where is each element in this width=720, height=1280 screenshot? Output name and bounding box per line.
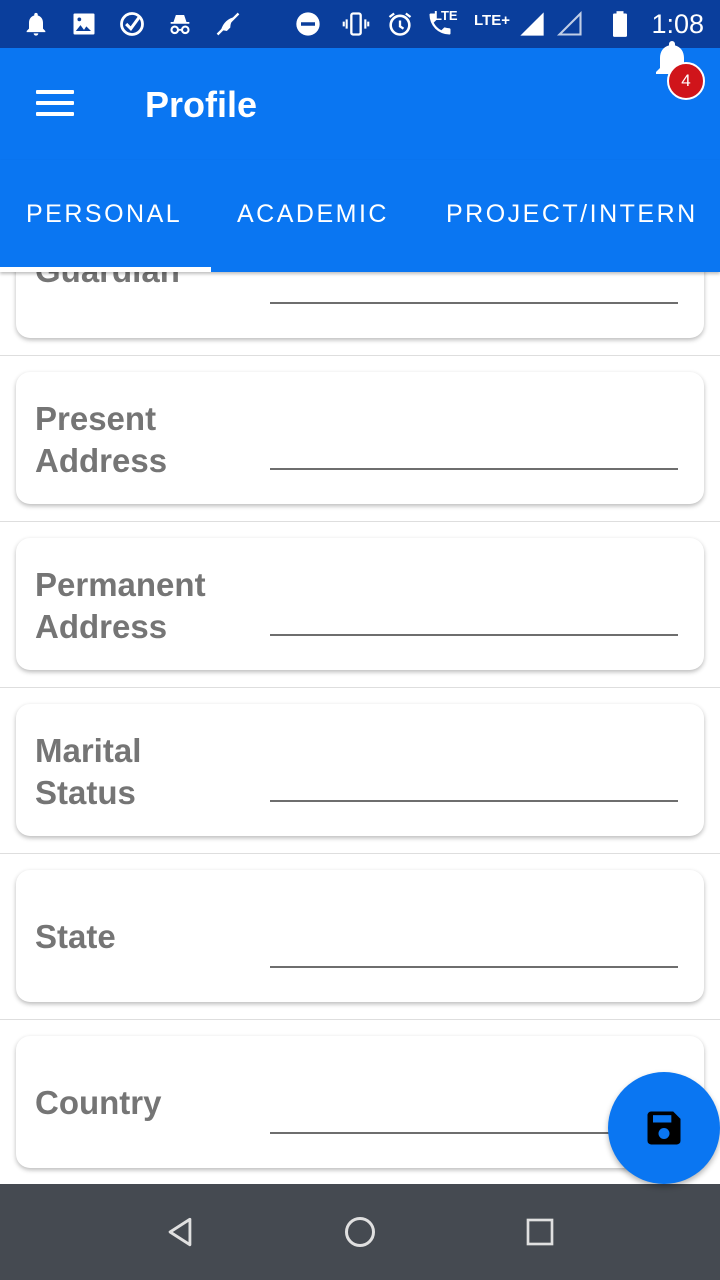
state-input[interactable] <box>270 966 678 968</box>
back-icon <box>168 1217 192 1247</box>
permanent-address-input[interactable] <box>270 634 678 636</box>
field-card-present-address: Present Address <box>16 372 704 504</box>
recents-button[interactable] <box>520 1212 560 1252</box>
save-icon <box>647 1111 681 1145</box>
marital-status-input[interactable] <box>270 800 678 802</box>
tab-bar: PERSONAL ACADEMIC PROJECT/INTERN <box>0 160 720 272</box>
status-bar: LTE LTE+ 1:08 <box>0 0 720 48</box>
field-card-country: Country <box>16 1036 704 1168</box>
tab-project-intern[interactable]: PROJECT/INTERN <box>446 200 698 229</box>
notification-badge: 4 <box>667 62 705 100</box>
page-title: Profile <box>145 84 258 125</box>
divider <box>0 355 720 356</box>
lte-label: LTE <box>434 8 458 23</box>
recents-icon <box>526 1218 554 1246</box>
field-card-state: State <box>16 870 704 1002</box>
battery-icon <box>604 8 636 40</box>
save-button[interactable] <box>608 1072 720 1184</box>
tab-academic[interactable]: ACADEMIC <box>237 200 389 229</box>
field-label: Present Address <box>35 400 168 479</box>
app-bar: Profile <box>0 48 720 160</box>
incognito-icon <box>164 8 196 40</box>
tab-personal[interactable]: PERSONAL <box>26 200 182 229</box>
field-card-permanent-address: Permanent Address <box>16 538 704 670</box>
profile-form[interactable]: Guardian Present Address Permanent Addre… <box>0 272 720 1184</box>
tab-indicator <box>0 267 211 272</box>
signal-icon <box>516 8 548 40</box>
alarm-icon <box>384 8 416 40</box>
divider <box>0 687 720 688</box>
signal-empty-icon <box>554 8 586 40</box>
check-circle-icon <box>116 8 148 40</box>
guardian-input[interactable] <box>270 302 678 304</box>
no-sync-icon <box>212 8 244 40</box>
home-button[interactable] <box>340 1212 380 1252</box>
field-card-guardian: Guardian <box>16 272 704 338</box>
field-label: Guardian <box>35 272 180 292</box>
present-address-input[interactable] <box>270 468 678 470</box>
field-label: Permanent Address <box>35 566 206 645</box>
divider <box>0 521 720 522</box>
lte-plus-label: LTE+ <box>474 12 510 29</box>
image-icon <box>68 8 100 40</box>
do-not-disturb-icon <box>292 8 324 40</box>
vibrate-icon <box>340 8 372 40</box>
divider <box>0 1019 720 1020</box>
menu-icon-line <box>36 101 74 105</box>
field-card-marital-status: Marital Status <box>16 704 704 836</box>
menu-button[interactable] <box>28 82 84 126</box>
home-icon <box>345 1217 375 1247</box>
notification-bell-icon <box>20 8 52 40</box>
field-label: Country <box>35 1084 162 1121</box>
divider <box>0 853 720 854</box>
menu-icon-line <box>36 112 74 116</box>
navigation-bar <box>0 1184 720 1280</box>
back-button[interactable] <box>160 1212 200 1252</box>
field-label: State <box>35 918 116 955</box>
menu-icon-line <box>36 90 74 94</box>
field-label: Marital Status <box>35 732 142 811</box>
